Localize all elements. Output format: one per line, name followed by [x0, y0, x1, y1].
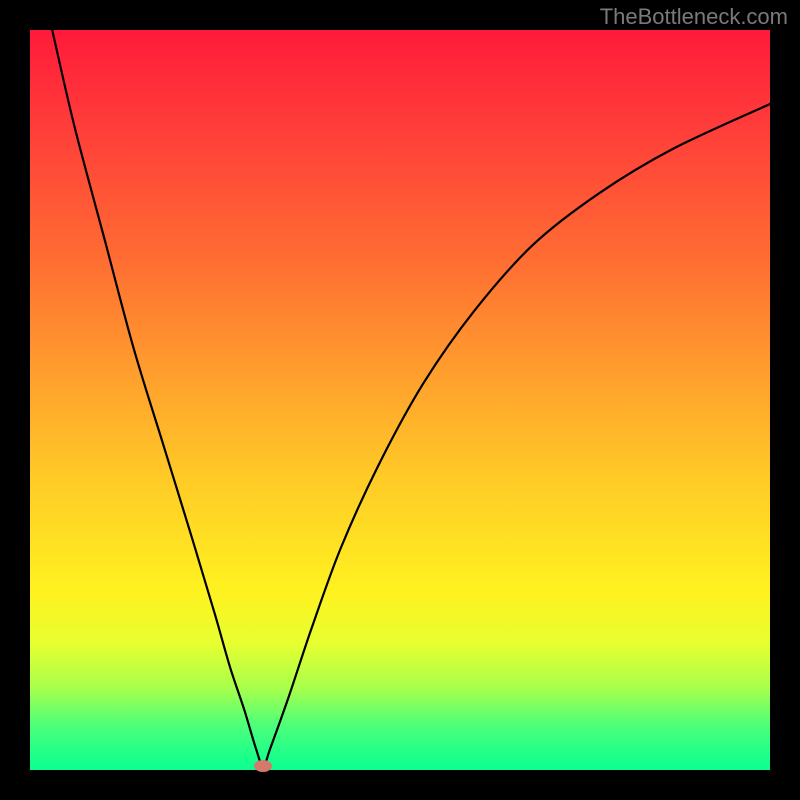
plot-area [30, 30, 770, 770]
bottleneck-curve [30, 30, 770, 770]
watermark-text: TheBottleneck.com [600, 4, 788, 30]
optimal-point-marker [254, 760, 272, 772]
chart-frame: TheBottleneck.com [0, 0, 800, 800]
